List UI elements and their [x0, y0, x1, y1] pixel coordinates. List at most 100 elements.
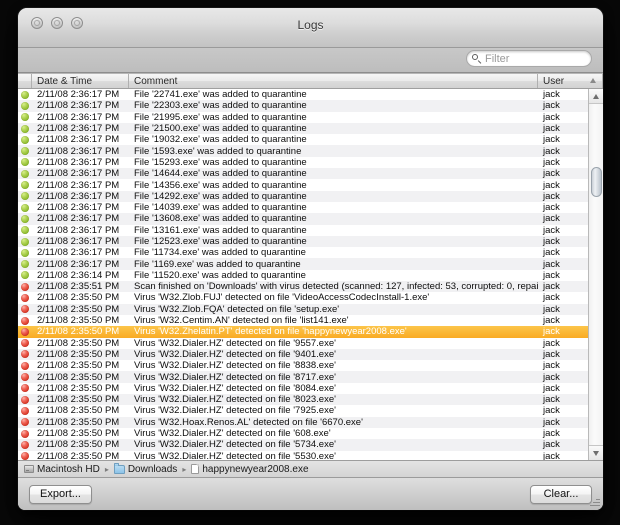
status-threat-icon	[21, 305, 29, 314]
status-ok-icon	[21, 260, 29, 269]
table-row[interactable]: 2/11/08 2:35:50 PM Virus 'W32.Dialer.HZ' …	[18, 450, 603, 460]
table-row[interactable]: 2/11/08 2:36:17 PM File '19032.exe' was a…	[18, 134, 603, 145]
status-ok-icon	[21, 135, 29, 144]
table-row[interactable]: 2/11/08 2:35:50 PM Virus 'W32.Dialer.HZ' …	[18, 405, 603, 416]
table-row[interactable]: 2/11/08 2:36:17 PM File '21995.exe' was a…	[18, 112, 603, 123]
row-status-cell	[18, 89, 32, 100]
table-row[interactable]: 2/11/08 2:36:17 PM File '14039.exe' was a…	[18, 202, 603, 213]
table-row[interactable]: 2/11/08 2:35:50 PM Virus 'W32.Dialer.HZ' …	[18, 383, 603, 394]
row-date-cell: 2/11/08 2:35:50 PM	[37, 337, 120, 349]
table-row[interactable]: 2/11/08 2:35:50 PM Virus 'W32.Dialer.HZ' …	[18, 394, 603, 406]
table-row[interactable]: 2/11/08 2:36:17 PM File '14356.exe' was a…	[18, 179, 603, 191]
scroll-up-button[interactable]	[589, 89, 603, 104]
row-comment-cell: File '13161.exe' was added to quarantine	[134, 224, 307, 236]
row-comment-cell: Virus 'W32.Dialer.HZ' detected on file '…	[134, 439, 336, 451]
row-comment-cell: Virus 'W32.Dialer.HZ' detected on file '…	[134, 382, 336, 394]
breadcrumb-item[interactable]: Downloads	[113, 462, 177, 475]
table-row[interactable]: 2/11/08 2:36:17 PM File '1593.exe' was ad…	[18, 145, 603, 157]
row-comment-cell: File '22741.exe' was added to quarantine	[134, 89, 307, 101]
column-header-user[interactable]: User	[538, 74, 603, 88]
table-row[interactable]: 2/11/08 2:35:50 PM Virus 'W32.Dialer.HZ' …	[18, 360, 603, 371]
row-comment-cell: File '1169.exe' was added to quarantine	[134, 258, 301, 270]
column-header-date[interactable]: Date & Time	[32, 74, 129, 88]
table-row[interactable]: 2/11/08 2:36:17 PM File '12523.exe' was a…	[18, 235, 603, 248]
desktop-background: Logs Filter Date & Time Comment User 2/1…	[0, 0, 620, 525]
table-row[interactable]: 2/11/08 2:35:50 PM Virus 'W32.Dialer.HZ' …	[18, 348, 603, 361]
table-row[interactable]: 2/11/08 2:36:17 PM File '13161.exe' was a…	[18, 225, 603, 236]
table-row[interactable]: 2/11/08 2:36:17 PM File '21500.exe' was a…	[18, 122, 603, 135]
row-comment-cell: File '11520.exe' was added to quarantine	[134, 269, 306, 281]
table-row[interactable]: 2/11/08 2:36:17 PM File '15293.exe' was a…	[18, 157, 603, 168]
window-titlebar[interactable]: Logs	[18, 8, 603, 48]
row-status-cell	[18, 281, 32, 292]
row-comment-cell: File '21995.exe' was added to quarantine	[134, 111, 307, 123]
row-date-cell: 2/11/08 2:35:50 PM	[37, 394, 120, 406]
row-date-cell: 2/11/08 2:35:50 PM	[37, 428, 120, 440]
scroll-down-button[interactable]	[589, 445, 603, 460]
table-row[interactable]: 2/11/08 2:36:14 PM File '11520.exe' was a…	[18, 270, 603, 281]
row-date-cell: 2/11/08 2:36:17 PM	[37, 145, 120, 157]
breadcrumb-item[interactable]: Macintosh HD	[24, 464, 100, 475]
chevron-up-icon	[593, 93, 599, 99]
row-comment-cell: Virus 'W32.Zlob.FQA' detected on file 's…	[134, 303, 340, 315]
table-row[interactable]: 2/11/08 2:35:50 PM Virus 'W32.Dialer.HZ' …	[18, 428, 603, 439]
column-header-comment[interactable]: Comment	[129, 74, 538, 88]
table-row[interactable]: 2/11/08 2:36:17 PM File '14292.exe' was a…	[18, 190, 603, 202]
column-header-status[interactable]	[18, 74, 32, 88]
row-comment-cell: File '14356.exe' was added to quarantine	[134, 179, 307, 191]
row-comment-cell: Virus 'W32.Zhelatin.PT' detected on file…	[134, 326, 407, 338]
filter-search-field[interactable]: Filter	[466, 50, 592, 67]
status-ok-icon	[21, 226, 29, 235]
table-row[interactable]: 2/11/08 2:35:50 PM Virus 'W32.Zlob.FUJ' d…	[18, 292, 603, 303]
table-row[interactable]: 2/11/08 2:35:50 PM Virus 'W32.Dialer.HZ' …	[18, 439, 603, 451]
vertical-scrollbar[interactable]	[588, 89, 603, 460]
row-date-cell: 2/11/08 2:36:17 PM	[37, 247, 120, 259]
table-row[interactable]: 2/11/08 2:35:50 PM Virus 'W32.Centim.AN' …	[18, 315, 603, 326]
breadcrumb-item[interactable]: happynewyear2008.exe	[191, 464, 309, 475]
folder-icon	[113, 462, 125, 474]
table-body-viewport: 2/11/08 2:36:17 PM File '22741.exe' was a…	[18, 89, 603, 460]
table-row[interactable]: 2/11/08 2:36:17 PM File '14644.exe' was a…	[18, 168, 603, 180]
status-ok-icon	[21, 248, 29, 257]
row-status-cell	[18, 236, 32, 247]
row-date-cell: 2/11/08 2:36:17 PM	[37, 213, 120, 225]
row-comment-cell: File '15293.exe' was added to quarantine	[134, 156, 307, 168]
table-row[interactable]: 2/11/08 2:35:50 PM Virus 'W32.Dialer.HZ' …	[18, 338, 603, 349]
row-comment-cell: Virus 'W32.Hoax.Renos.AL' detected on fi…	[134, 416, 363, 428]
table-row[interactable]: 2/11/08 2:35:50 PM Virus 'W32.Hoax.Renos.…	[18, 416, 603, 428]
clear-button[interactable]: Clear...	[530, 484, 592, 504]
status-threat-icon	[21, 452, 29, 460]
row-status-cell	[18, 338, 32, 349]
status-ok-icon	[21, 192, 29, 201]
status-threat-icon	[21, 418, 29, 427]
status-ok-icon	[21, 158, 29, 167]
row-date-cell: 2/11/08 2:35:50 PM	[37, 416, 120, 428]
table-row[interactable]: 2/11/08 2:35:51 PM Scan finished on 'Down…	[18, 281, 603, 293]
table-row[interactable]: 2/11/08 2:36:17 PM File '22741.exe' was a…	[18, 89, 603, 100]
row-date-cell: 2/11/08 2:35:50 PM	[37, 315, 120, 327]
table-row[interactable]: 2/11/08 2:35:50 PM Virus 'W32.Zhelatin.PT…	[18, 326, 603, 338]
row-status-cell	[18, 360, 32, 371]
table-row[interactable]: 2/11/08 2:35:50 PM Virus 'W32.Zlob.FQA' d…	[18, 303, 603, 315]
row-date-cell: 2/11/08 2:35:50 PM	[37, 371, 120, 383]
row-status-cell	[18, 315, 32, 326]
row-status-cell	[18, 258, 32, 269]
scrollbar-thumb[interactable]	[591, 167, 602, 197]
row-comment-cell: File '1593.exe' was added to quarantine	[134, 145, 302, 157]
table-row[interactable]: 2/11/08 2:36:17 PM File '11734.exe' was a…	[18, 247, 603, 258]
row-status-cell	[18, 213, 32, 224]
row-comment-cell: File '19032.exe' was added to quarantine	[134, 134, 307, 146]
table-row[interactable]: 2/11/08 2:36:17 PM File '13608.exe' was a…	[18, 213, 603, 225]
resize-grip[interactable]	[589, 496, 600, 507]
row-date-cell: 2/11/08 2:35:50 PM	[37, 303, 120, 315]
logs-window: Logs Filter Date & Time Comment User 2/1…	[18, 8, 603, 510]
table-row[interactable]: 2/11/08 2:36:17 PM File '22303.exe' was a…	[18, 100, 603, 112]
export-button[interactable]: Export...	[29, 484, 92, 504]
window-title: Logs	[297, 18, 324, 32]
sort-ascending-icon	[590, 78, 596, 83]
row-comment-cell: Virus 'W32.Dialer.HZ' detected on file '…	[134, 450, 336, 460]
row-date-cell: 2/11/08 2:35:50 PM	[37, 450, 120, 460]
table-row[interactable]: 2/11/08 2:36:17 PM File '1169.exe' was ad…	[18, 258, 603, 270]
row-status-cell	[18, 225, 32, 236]
table-row[interactable]: 2/11/08 2:35:50 PM Virus 'W32.Dialer.HZ' …	[18, 371, 603, 383]
